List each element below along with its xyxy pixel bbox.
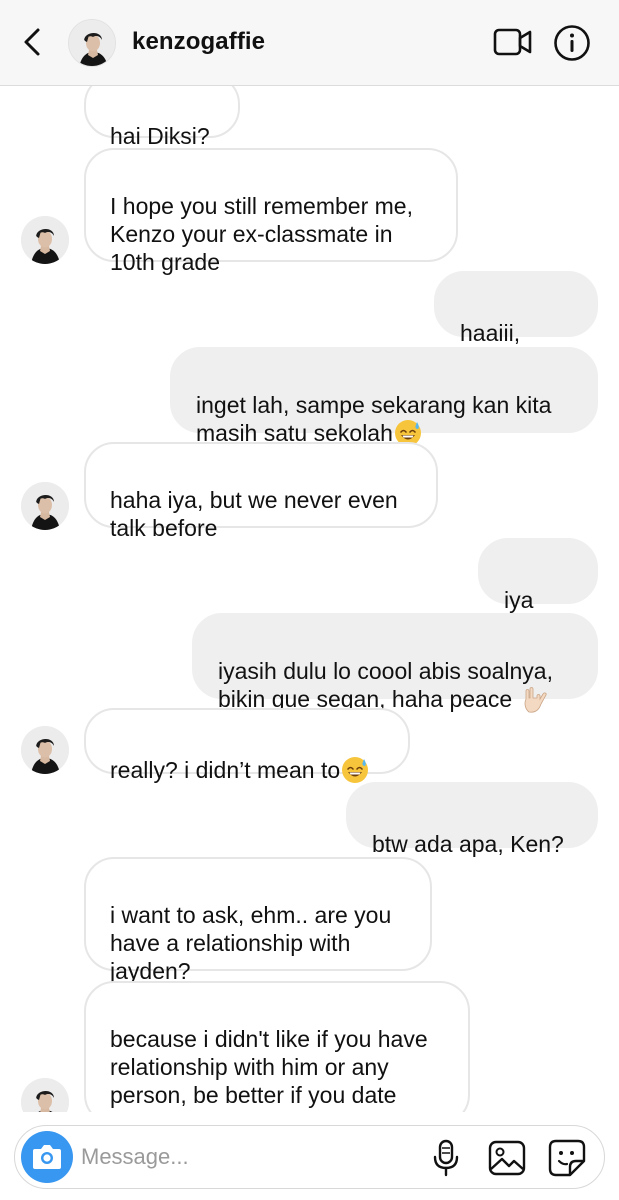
camera-button[interactable]: [21, 1131, 73, 1183]
message-text: hai Diksi?: [110, 123, 210, 149]
sender-avatar[interactable]: [21, 726, 69, 774]
message-text: btw ada apa, Ken?: [372, 831, 564, 857]
message-input[interactable]: [81, 1138, 411, 1176]
message-text: really? i didn’t mean to: [110, 757, 341, 783]
message-text: haha iya, but we never even talk before: [110, 487, 398, 541]
message-bubble-incoming[interactable]: because i didn't like if you have relati…: [84, 981, 470, 1112]
chat-username[interactable]: kenzogaffie: [132, 28, 265, 56]
microphone-icon: [433, 1139, 459, 1177]
message-bubble-outgoing[interactable]: inget lah, sampe sekarang kan kita masih…: [170, 347, 598, 433]
message-text: because i didn't like if you have relati…: [110, 1026, 428, 1112]
video-call-button[interactable]: [492, 25, 534, 59]
message-bubble-outgoing[interactable]: iya ya?: [478, 538, 598, 641]
message-composer: [14, 1125, 605, 1189]
message-bubble-incoming[interactable]: I hope you still remember me, Kenzo your…: [84, 148, 458, 275]
sender-avatar[interactable]: [21, 216, 69, 264]
sender-profile-picture: [21, 482, 69, 530]
chevron-left-icon: [24, 28, 40, 56]
profile-picture: [69, 20, 116, 67]
sender-avatar[interactable]: [21, 482, 69, 530]
sticker-icon: [548, 1139, 586, 1177]
message-bubble-outgoing[interactable]: haaiii, Ken!: [434, 271, 598, 374]
camera-icon: [33, 1145, 61, 1169]
gallery-button[interactable]: [487, 1139, 527, 1177]
message-text: iyasih dulu lo coool abis soalnya, bikin…: [218, 658, 553, 712]
love-you-gesture-emoji: [520, 685, 548, 713]
message-bubble-incoming[interactable]: i want to ask, ehm.. are you have a rela…: [84, 857, 432, 984]
microphone-button[interactable]: [428, 1138, 464, 1178]
message-bubble-incoming[interactable]: really? i didn’t mean to: [84, 708, 410, 774]
sender-profile-picture: [21, 216, 69, 264]
message-bubble-incoming[interactable]: haha iya, but we never even talk before: [84, 442, 438, 541]
sender-profile-picture: [21, 726, 69, 774]
message-bubble-outgoing[interactable]: iyasih dulu lo coool abis soalnya, bikin…: [192, 613, 598, 699]
chat-header: kenzogaffie: [0, 0, 619, 86]
info-icon: [554, 25, 590, 61]
avatar[interactable]: [68, 19, 116, 67]
message-text: inget lah, sampe sekarang kan kita masih…: [196, 392, 552, 446]
message-bubble-incoming[interactable]: hai Diksi?: [84, 86, 240, 149]
message-text: I hope you still remember me, Kenzo your…: [110, 193, 413, 275]
sweat-smile-emoji: [341, 756, 369, 784]
sticker-button[interactable]: [547, 1138, 587, 1178]
message-thread[interactable]: hai Diksi? I hope you still remember me,…: [0, 86, 619, 1112]
sender-avatar[interactable]: [21, 1078, 69, 1112]
sender-profile-picture: [21, 1078, 69, 1112]
back-button[interactable]: [18, 26, 48, 58]
message-text: i want to ask, ehm.. are you have a rela…: [110, 902, 392, 984]
gallery-icon: [488, 1140, 526, 1176]
info-button[interactable]: [553, 24, 591, 62]
video-call-icon: [493, 28, 532, 56]
message-bubble-outgoing[interactable]: btw ada apa, Ken?: [346, 782, 598, 857]
